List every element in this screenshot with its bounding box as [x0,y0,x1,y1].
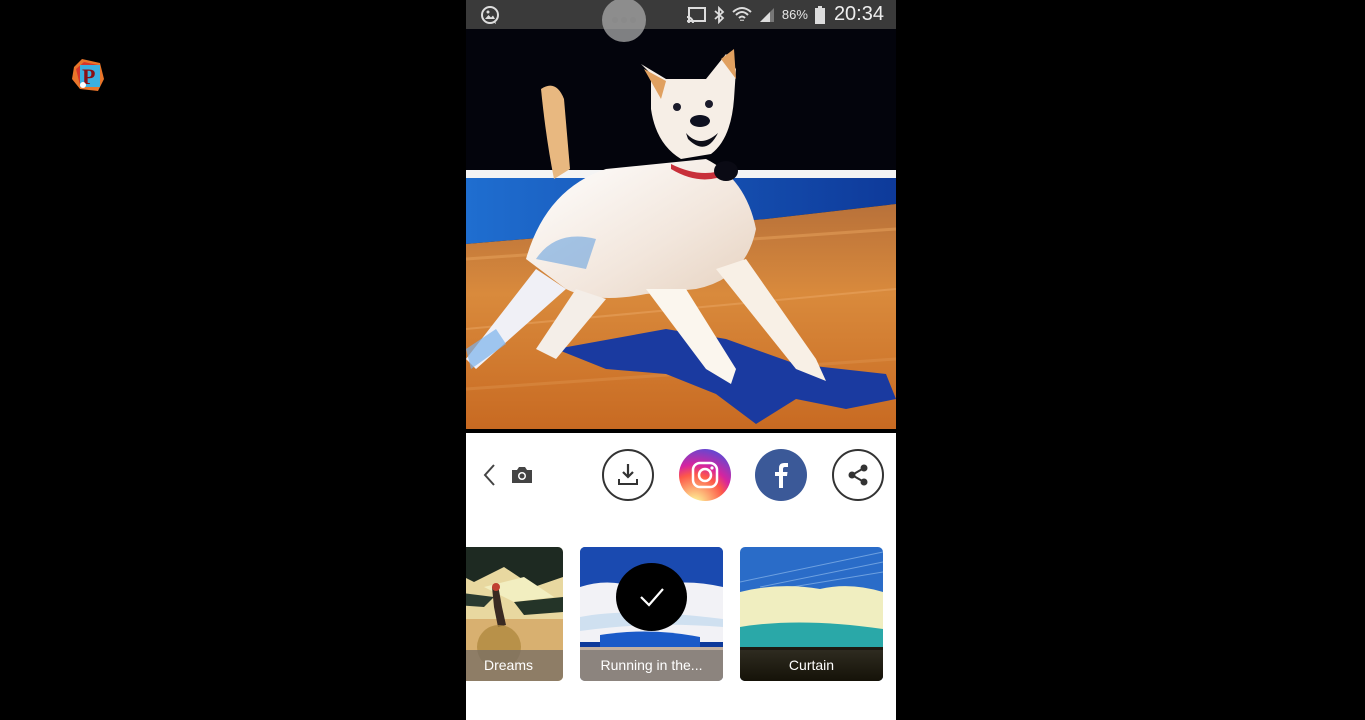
instagram-icon [691,461,719,489]
more-dots-icon[interactable] [602,0,646,42]
download-button[interactable] [602,449,654,501]
share-panel: Dreams Running in the... Curtain [466,433,896,720]
channel-logo-icon: P [72,59,104,91]
clock: 20:34 [833,3,884,25]
download-icon [618,464,638,485]
dog-artwork [466,29,896,429]
share-icon [848,464,868,486]
facebook-button[interactable] [755,449,807,501]
checkmark-icon [639,588,664,607]
style-thumb-dreams[interactable]: Dreams [466,547,563,681]
selected-badge [616,563,687,631]
stylized-photo [466,29,896,429]
style-label: Curtain [740,650,883,681]
chevron-left-icon[interactable] [482,463,498,487]
style-label: Dreams [466,650,563,681]
style-label: Running in the... [580,650,723,681]
style-thumb-curtain[interactable]: Curtain [740,547,883,681]
style-thumb-running[interactable]: Running in the... [580,547,723,681]
channel-logo: P [70,57,106,93]
signal-icon [759,7,774,22]
style-carousel[interactable]: Dreams Running in the... Curtain [466,547,896,683]
facebook-icon [775,463,788,488]
phone-screen: 86% 20:34 Dreams Running in the... Curta… [466,0,896,720]
share-button[interactable] [832,449,884,501]
gallery-notification-icon [481,6,499,24]
status-bar: 86% 20:34 [466,0,896,29]
bluetooth-icon [714,5,725,24]
battery-icon [814,5,825,24]
screen-cast-icon [686,6,706,23]
camera-icon[interactable] [510,465,534,485]
battery-percent: 86% [781,7,808,22]
instagram-button[interactable] [679,449,731,501]
wifi-icon [732,6,752,21]
